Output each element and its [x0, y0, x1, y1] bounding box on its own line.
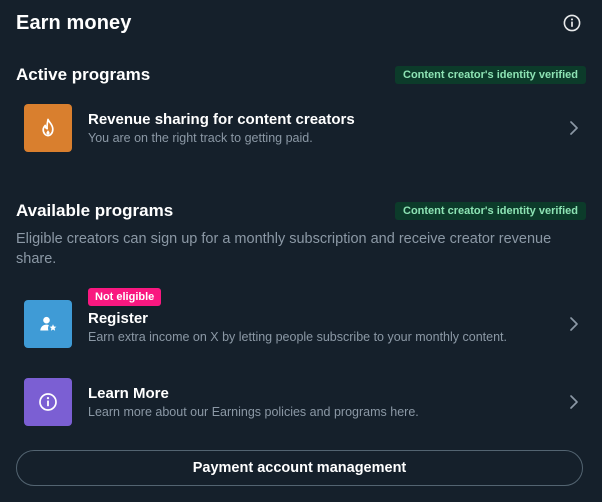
learn-more-row[interactable]: Learn More Learn more about our Earnings… [16, 378, 586, 426]
payment-account-management-button[interactable]: Payment account management [16, 450, 583, 486]
info-circle-icon [24, 378, 72, 426]
flame-icon [24, 104, 72, 152]
learn-more-title: Learn More [88, 384, 169, 402]
available-programs-header: Available programs Content creator's ide… [16, 199, 586, 223]
verified-badge: Content creator's identity verified [395, 202, 586, 220]
revenue-sharing-subtitle: You are on the right track to getting pa… [88, 130, 313, 145]
active-programs-header: Active programs Content creator's identi… [16, 63, 586, 87]
page-header: Earn money [16, 0, 586, 46]
revenue-sharing-text: Revenue sharing for content creators You… [88, 111, 562, 146]
not-eligible-pill: Not eligible [88, 288, 162, 306]
revenue-sharing-row[interactable]: Revenue sharing for content creators You… [16, 104, 586, 152]
chevron-right-icon [562, 120, 586, 136]
chevron-right-icon [562, 316, 586, 332]
page-title: Earn money [16, 11, 132, 34]
info-icon[interactable] [561, 12, 583, 34]
register-title: Register [88, 310, 149, 327]
user-star-icon [24, 300, 72, 348]
available-programs-description: Eligible creators can sign up for a mont… [16, 231, 552, 267]
learn-more-subtitle: Learn more about our Earnings policies a… [88, 404, 419, 419]
revenue-sharing-title: Revenue sharing for content creators [88, 110, 355, 128]
earn-money-page: Earn money Active programs Content creat… [0, 0, 602, 502]
available-programs-title: Available programs [16, 201, 174, 220]
register-subtitle: Earn extra income on X by letting people… [88, 330, 507, 344]
active-programs-title: Active programs [16, 65, 151, 84]
learn-more-text: Learn More Learn more about our Earnings… [88, 385, 562, 420]
register-text: Not eligible Register Earn extra income … [88, 287, 562, 345]
register-row[interactable]: Not eligible Register Earn extra income … [16, 284, 586, 348]
verified-badge: Content creator's identity verified [395, 66, 586, 84]
chevron-right-icon [562, 394, 586, 410]
